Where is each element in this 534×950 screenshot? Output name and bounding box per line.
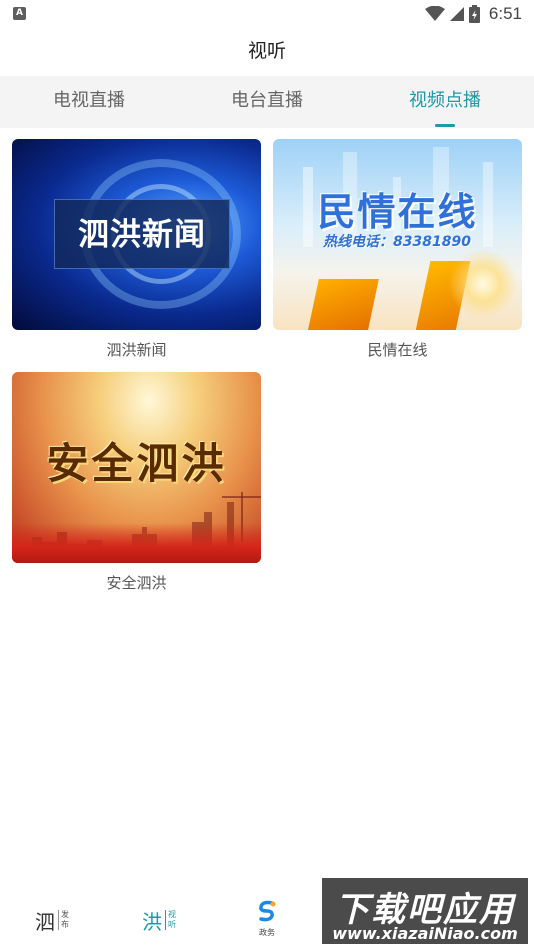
video-card-label: 民情在线 [367,341,428,359]
tab-radio-live[interactable]: 电台直播 [178,76,356,128]
tab-label: 电台直播 [231,90,303,111]
wifi-icon [424,6,445,21]
watermark-url: www.xiazaiNiao.com [332,924,518,943]
video-card-label: 安全泗洪 [106,574,167,592]
active-tab-indicator [435,124,455,127]
signal-icon [449,7,464,21]
nav-publish[interactable]: 泗 发 布 [35,902,69,938]
video-thumbnail[interactable]: 民情在线 热线电话：83381890 [273,139,522,330]
video-thumbnail[interactable]: 安全泗洪 [12,372,261,563]
thumbnail-title: 安全泗洪 [46,439,227,488]
nav-small-top: 视 [168,910,176,919]
video-thumbnail[interactable]: 泗洪新闻 [12,139,261,330]
page-title: 视听 [247,40,286,62]
clock-time: 6:51 [488,4,522,23]
tab-video-on-demand[interactable]: 视频点播 [356,76,534,128]
zhengwu-s-logo-icon [259,900,276,922]
nav-small-bottom: 听 [168,920,176,929]
nav-label: 政务 [259,928,275,937]
nav-small-bottom: 布 [61,920,69,929]
nav-big-char: 洪 [142,909,162,934]
nav-small-label: 视 听 [165,910,176,930]
nav-small-label: 发 布 [58,910,69,930]
status-icons: 6:51 [424,4,522,24]
tab-tv-live[interactable]: 电视直播 [0,76,178,128]
video-card-minqing-online[interactable]: 民情在线 热线电话：83381890 民情在线 [273,139,522,360]
tab-label: 电视直播 [53,90,125,111]
video-card-sihong-news[interactable]: 泗洪新闻 泗洪新闻 [12,139,261,360]
thumbnail-decoration [12,523,261,563]
nav-audiovisual[interactable]: 洪 视 听 [142,902,176,938]
tab-label: 视频点播 [409,90,481,111]
thumbnail-title: 民情在线 [317,190,478,234]
nav-small-top: 发 [61,910,69,919]
thumbnail-decoration [307,279,379,330]
nav-big-char: 泗 [35,909,55,934]
tab-bar: 电视直播 电台直播 视频点播 [0,76,534,128]
nav-government-affairs[interactable]: 政务 [255,900,279,938]
video-card-label: 泗洪新闻 [106,341,167,359]
battery-icon [468,5,480,23]
watermark-logo: 下载吧应用 www.xiazaiNiao.com [320,876,530,946]
thumbnail-title-box: 泗洪新闻 [54,199,230,269]
thumbnail-decoration [448,249,518,319]
thumbnail-subtitle: 热线电话：83381890 [323,234,471,250]
thumbnail-title: 泗洪新闻 [78,217,206,253]
video-card-safe-sihong[interactable]: 安全泗洪 安全泗洪 [12,372,261,593]
a-square-icon: A [13,7,26,20]
status-bar: A 6:51 [0,0,534,28]
